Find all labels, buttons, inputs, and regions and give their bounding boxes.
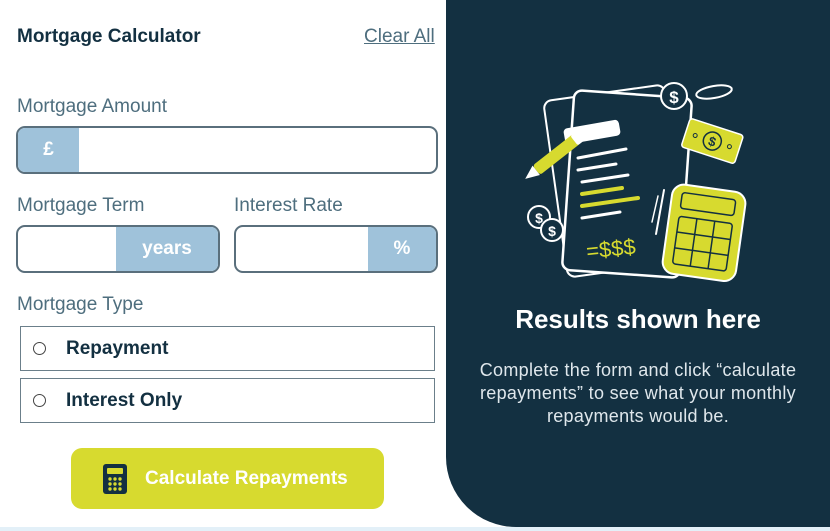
radio-button[interactable] [33,394,46,407]
calculator-illustration: =$$$ $ $ $ $ [525,82,747,282]
years-suffix: years [116,227,218,271]
radio-label-interest-only: Interest Only [66,389,183,411]
currency-prefix: £ [18,128,79,172]
radio-option-interest-only[interactable]: Interest Only [20,378,435,423]
clear-all-link[interactable]: Clear All [364,26,435,48]
mortgage-type-label: Mortgage Type [17,294,144,315]
mortgage-term-field[interactable]: years [16,225,220,273]
interest-rate-label: Interest Rate [234,195,343,216]
calculate-repayments-label: Calculate Repayments [145,467,348,489]
calculator-card: Mortgage Calculator Clear All Mortgage A… [0,0,830,527]
radio-option-repayment[interactable]: Repayment [20,326,435,371]
calculator-icon [103,463,127,494]
form-title: Mortgage Calculator [17,26,201,47]
percent-suffix: % [368,227,436,271]
results-panel: =$$$ $ $ $ $ Results shown here Complete… [446,0,830,527]
mortgage-term-input[interactable] [18,227,116,271]
radio-label-repayment: Repayment [66,337,169,359]
mortgage-amount-input[interactable] [79,128,436,172]
illustration-dollar-text: =$$$ [585,234,637,264]
results-title: Results shown here [515,304,761,334]
radio-button[interactable] [33,342,46,355]
form-panel: Mortgage Calculator Clear All Mortgage A… [0,0,446,527]
calculate-repayments-button[interactable]: Calculate Repayments [71,448,384,509]
interest-rate-input[interactable] [236,227,368,271]
mortgage-amount-label: Mortgage Amount [17,96,167,117]
results-description: Complete the form and click “calculate r… [479,360,797,426]
svg-text:$: $ [548,223,556,239]
mortgage-amount-field[interactable]: £ [16,126,438,174]
svg-text:$: $ [669,88,679,107]
mortgage-term-label: Mortgage Term [17,195,145,216]
interest-rate-field[interactable]: % [234,225,438,273]
